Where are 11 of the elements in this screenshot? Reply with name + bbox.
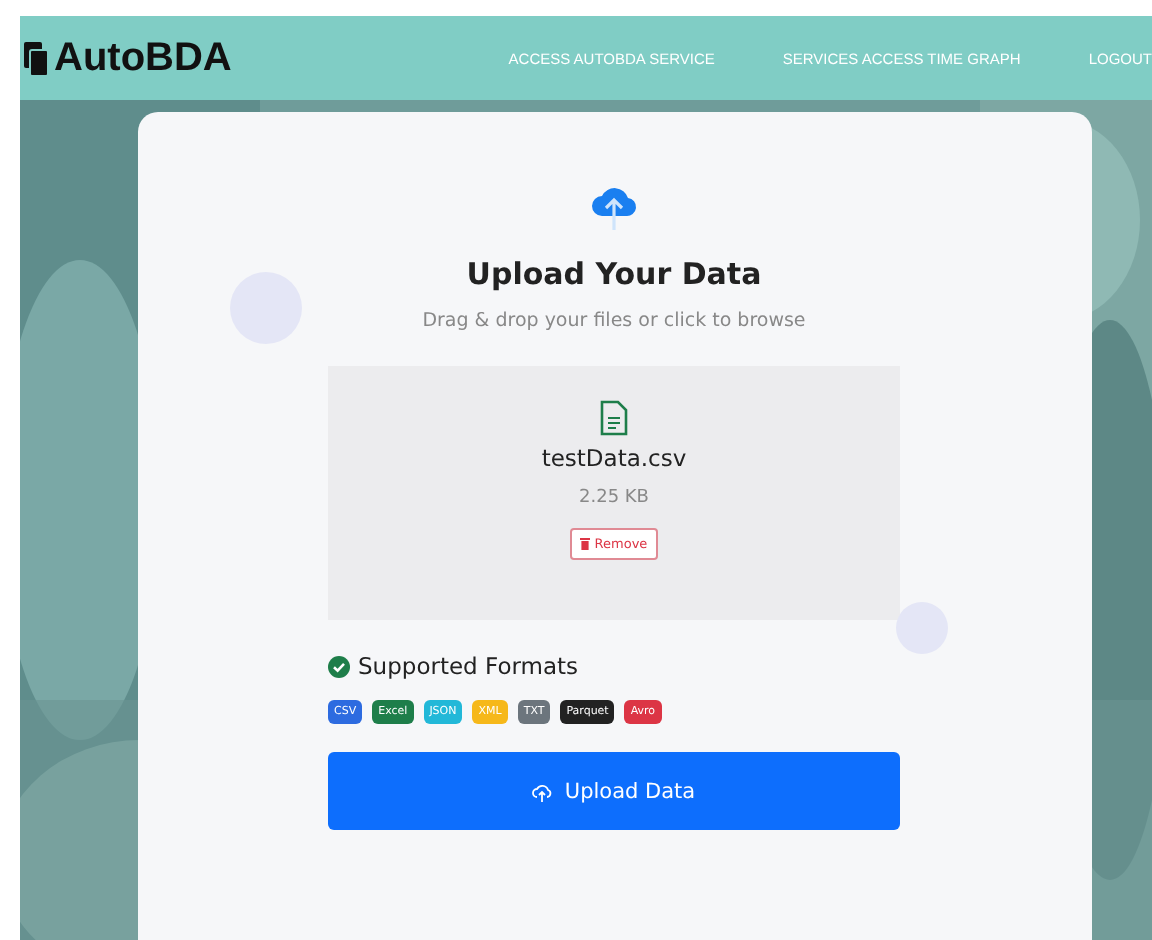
trash-icon — [580, 538, 591, 550]
upload-subtitle: Drag & drop your files or click to browse — [422, 310, 806, 332]
file-icon — [600, 400, 628, 436]
logo-text: AutoBDA — [54, 35, 232, 81]
upload-title: Upload Your Data — [466, 256, 762, 292]
check-circle-icon — [328, 655, 350, 677]
file-size: 2.25 KB — [579, 488, 649, 508]
file-name: testData.csv — [541, 444, 687, 472]
formats-title: Supported Formats — [358, 652, 579, 680]
cloud-upload-icon — [532, 781, 553, 801]
upload-button[interactable]: Upload Data — [328, 752, 900, 830]
